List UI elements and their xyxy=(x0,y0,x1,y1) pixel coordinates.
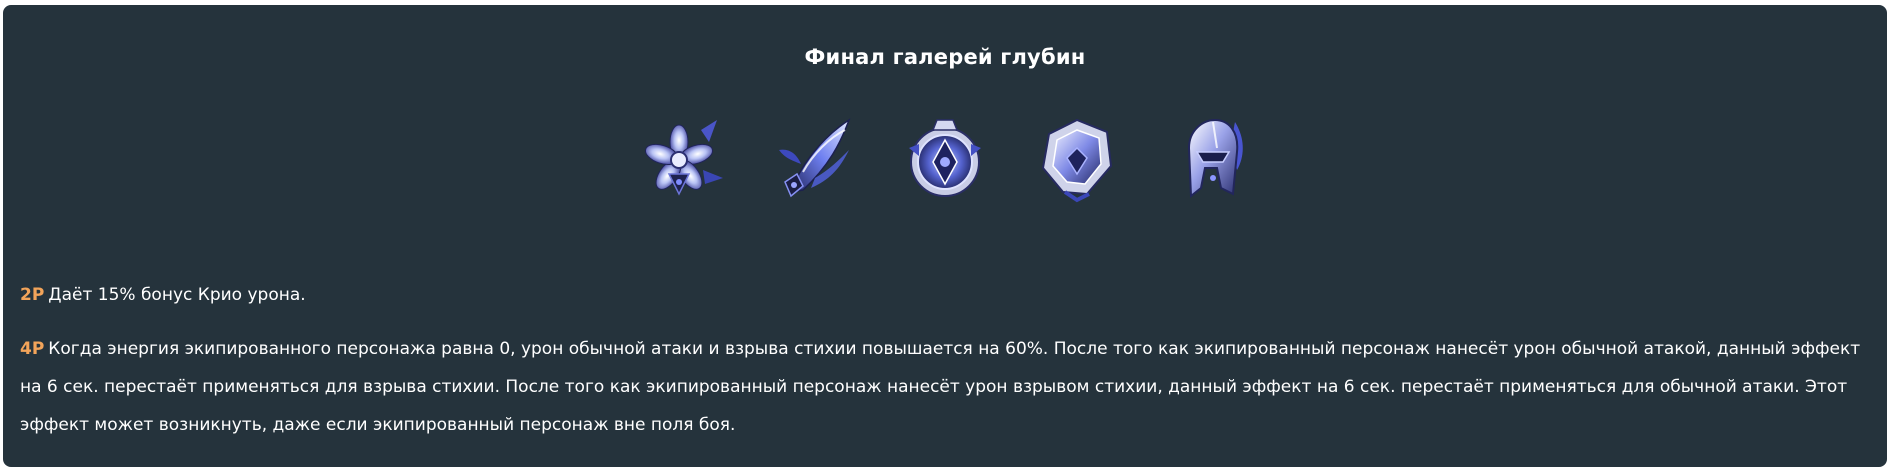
set-title: Финал галерей глубин xyxy=(804,45,1086,69)
bonus-tag-4p: 4P xyxy=(20,339,45,359)
artifact-set-card: Финал галерей глубин 2P Даёт 15% бонус К… xyxy=(3,5,1887,467)
bonus-text-4p: Когда энергия экипированного персонажа р… xyxy=(20,339,1861,435)
set-bonus-2p: 2P Даёт 15% бонус Крио урона. xyxy=(20,276,1863,314)
flower-of-life-icon[interactable] xyxy=(631,108,731,208)
artifact-pieces xyxy=(3,108,1887,208)
bonus-tag-2p: 2P xyxy=(20,285,45,305)
set-bonus-4p: 4P Когда энергия экипированного персонажа… xyxy=(20,330,1863,444)
plume-of-death-icon[interactable] xyxy=(763,108,863,208)
goblet-of-eonothem-icon[interactable] xyxy=(1027,108,1127,208)
bonus-text-2p: Даёт 15% бонус Крио урона. xyxy=(48,285,306,305)
sands-of-eon-icon[interactable] xyxy=(895,108,995,208)
circlet-of-logos-icon[interactable] xyxy=(1159,108,1259,208)
